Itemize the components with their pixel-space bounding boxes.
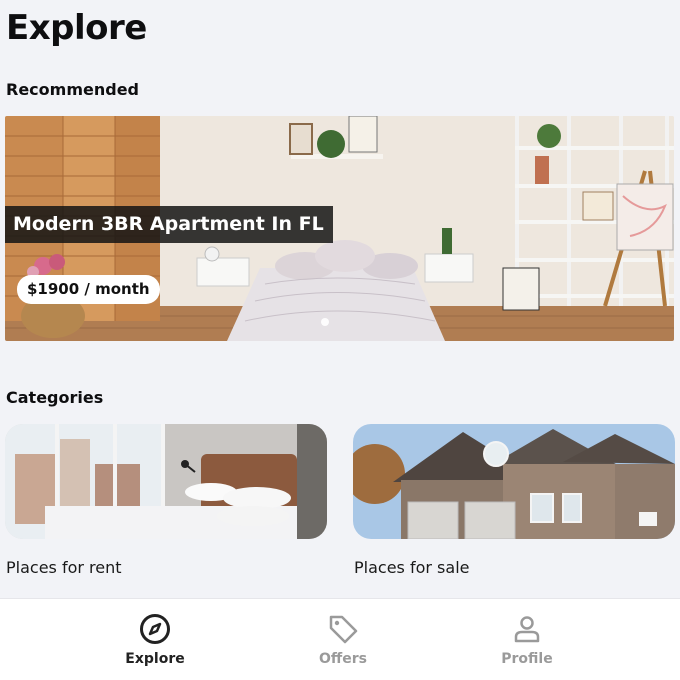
nav-item-explore[interactable]: Explore (95, 613, 215, 667)
explore-screen: Explore Recommended Modern 3BR Apartment… (0, 0, 680, 680)
categories-heading: Categories (6, 388, 104, 407)
person-icon (514, 616, 540, 643)
category-card-sale[interactable] (353, 424, 675, 539)
category-card-rent[interactable] (5, 424, 327, 539)
sale-photo (353, 424, 675, 539)
carousel-indicator-dot[interactable] (321, 318, 329, 326)
rent-photo (5, 424, 327, 539)
category-label-sale: Places for sale (354, 558, 470, 577)
tag-icon (329, 615, 358, 644)
recommended-heading: Recommended (6, 80, 139, 99)
nav-label-offers: Offers (319, 651, 367, 667)
nav-item-profile[interactable]: Profile (467, 613, 587, 667)
category-label-rent: Places for rent (6, 558, 122, 577)
page-title: Explore (6, 8, 147, 48)
recommended-title: Modern 3BR Apartment In FL (5, 206, 333, 243)
recommended-card[interactable]: Modern 3BR Apartment In FL $1900 / month (5, 116, 674, 341)
bottom-navigation: Explore Offers Profile (0, 598, 680, 680)
compass-icon (140, 614, 170, 644)
nav-label-profile: Profile (501, 651, 553, 667)
recommended-price-badge: $1900 / month (17, 275, 160, 304)
nav-item-offers[interactable]: Offers (283, 613, 403, 667)
nav-label-explore: Explore (125, 651, 185, 667)
